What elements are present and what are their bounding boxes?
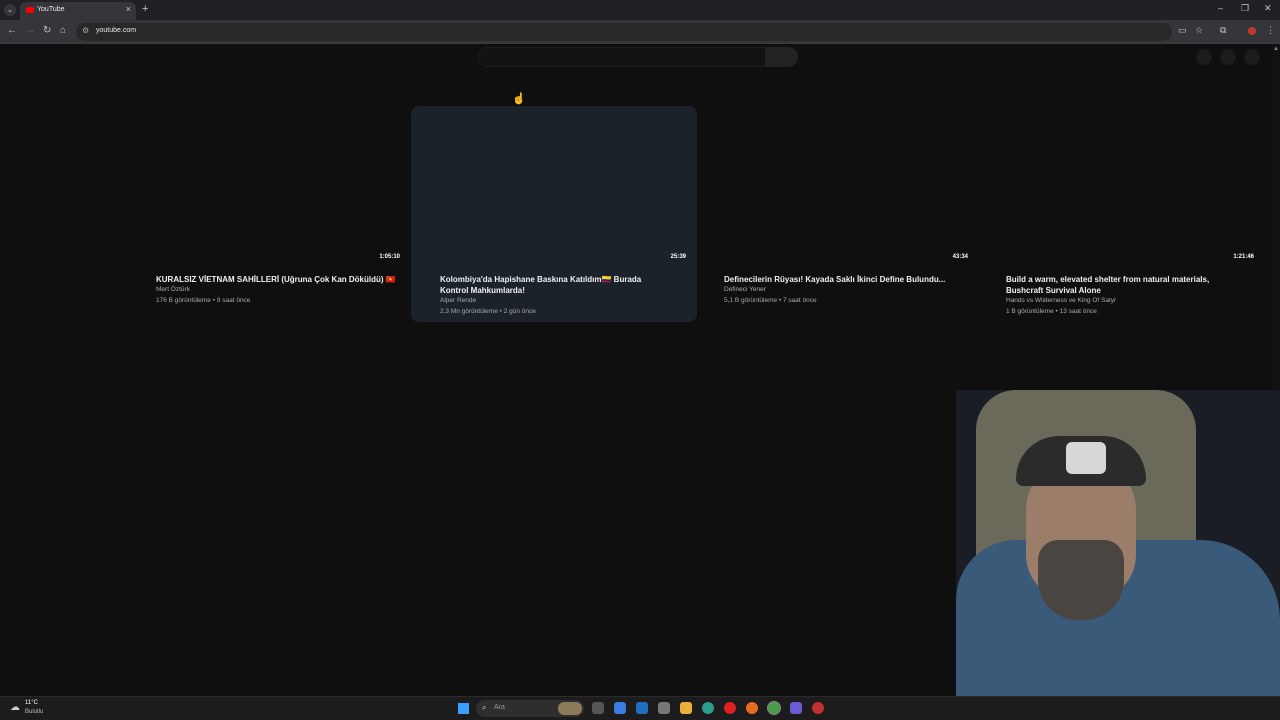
taskbar-search[interactable]: ⌕ Ara xyxy=(476,700,584,717)
new-tab-button[interactable]: + xyxy=(142,3,148,15)
profile-avatar[interactable] xyxy=(1248,27,1256,35)
tab-strip: ⌄ YouTube × + – ❐ ✕ xyxy=(0,0,1280,20)
channel-name[interactable]: Alper Rende xyxy=(440,297,476,304)
outlook-icon[interactable] xyxy=(636,702,648,714)
tab-search-icon[interactable]: ⌄ xyxy=(4,4,16,16)
task-view-icon[interactable] xyxy=(592,702,604,714)
url-text: youtube.com xyxy=(96,27,137,34)
scroll-up-icon[interactable]: ▲ xyxy=(1273,46,1279,52)
video-duration: 1:21:46 xyxy=(1233,254,1254,260)
home-button[interactable]: ⌂ xyxy=(60,25,66,36)
copilot-icon[interactable] xyxy=(614,702,626,714)
video-title[interactable]: Definecilerin Rüyası! Kayada Saklı İkinc… xyxy=(724,274,984,285)
extensions-icon[interactable]: ⧉ xyxy=(1220,25,1226,36)
taskbar: ☁ 11°C Bulutlu ⌕ Ara xyxy=(0,696,1280,720)
search-input[interactable] xyxy=(478,47,766,67)
tab-title: YouTube xyxy=(37,6,65,13)
video-thumbnail[interactable] xyxy=(1006,106,1260,264)
video-title[interactable]: Kolombiya'da Hapishane Baskına Katıldım🇨… xyxy=(440,274,670,296)
reload-button[interactable]: ↻ xyxy=(43,25,51,36)
video-card-hovered[interactable]: 25:39 Kolombiya'da Hapishane Baskına Kat… xyxy=(411,106,697,322)
back-button[interactable]: ← xyxy=(7,25,17,36)
video-card[interactable]: 1:21:46 Build a warm, elevated shelter f… xyxy=(1006,106,1260,322)
browser-toolbar: ← → ↻ ⌂ ⚙ youtube.com ▭ ☆ ⧉ ⋮ xyxy=(0,20,1280,44)
teams-icon[interactable] xyxy=(790,702,802,714)
notifications-icon[interactable] xyxy=(1220,49,1236,65)
taskbar-search-placeholder: Ara xyxy=(494,704,505,711)
weather-temperature[interactable]: 11°C xyxy=(25,700,38,706)
minimize-button[interactable]: – xyxy=(1218,3,1223,13)
chrome-icon[interactable] xyxy=(767,701,781,715)
video-thumbnail[interactable] xyxy=(156,106,406,264)
menu-icon[interactable]: ⋮ xyxy=(1266,25,1275,36)
video-meta: 176 B görüntüleme • 9 saat önce xyxy=(156,297,251,304)
obs-icon[interactable] xyxy=(812,702,824,714)
video-duration: 43:34 xyxy=(952,254,968,260)
search-icon: ⌕ xyxy=(482,703,487,712)
tab-youtube[interactable]: YouTube × xyxy=(20,2,136,20)
store-icon[interactable] xyxy=(658,702,670,714)
firefox-icon[interactable] xyxy=(746,702,758,714)
video-thumbnail[interactable] xyxy=(411,106,697,264)
cap-patch xyxy=(1066,442,1106,474)
video-meta: 2,3 Mn görüntüleme • 2 gün önce xyxy=(440,308,536,315)
video-duration: 1:05:10 xyxy=(379,254,400,260)
start-button[interactable] xyxy=(458,703,469,714)
webcam-overlay xyxy=(956,390,1280,696)
site-info-icon[interactable]: ⚙ xyxy=(82,26,89,35)
weather-cloud-icon[interactable]: ☁ xyxy=(10,702,20,713)
file-explorer-icon[interactable] xyxy=(680,702,692,714)
bookmark-star-icon[interactable]: ☆ xyxy=(1195,25,1203,36)
forward-button[interactable]: → xyxy=(25,25,35,36)
video-card[interactable]: 43:34 Definecilerin Rüyası! Kayada Saklı… xyxy=(724,106,974,322)
channel-name[interactable]: Hands vs Wilderness ve King Of Satyr xyxy=(1006,297,1116,304)
video-meta: 1 B görüntüleme • 13 saat önce xyxy=(1006,308,1097,315)
browser-chrome: ⌄ YouTube × + – ❐ ✕ ← → ↻ ⌂ ⚙ youtube.co… xyxy=(0,0,1280,44)
channel-name[interactable]: Mert Öztürk xyxy=(156,286,190,293)
video-card[interactable]: 1:05:10 KURALSIZ VİETNAM SAHİLLERİ (Uğru… xyxy=(156,106,406,322)
account-avatar[interactable] xyxy=(1244,49,1260,65)
mouse-pointer-icon: ☝ xyxy=(512,93,526,105)
edge-icon[interactable] xyxy=(702,702,714,714)
video-duration: 25:39 xyxy=(670,254,686,260)
opera-icon[interactable] xyxy=(724,702,736,714)
cast-icon[interactable]: ▭ xyxy=(1178,25,1187,36)
streamer-beard xyxy=(1038,540,1124,620)
youtube-favicon-icon xyxy=(26,7,34,13)
search-highlight-icon xyxy=(558,702,582,715)
close-window-button[interactable]: ✕ xyxy=(1264,3,1272,14)
tab-close-icon[interactable]: × xyxy=(126,4,131,14)
create-icon[interactable] xyxy=(1196,49,1212,65)
video-thumbnail[interactable] xyxy=(724,106,974,264)
restore-button[interactable]: ❐ xyxy=(1241,3,1249,14)
address-bar[interactable]: ⚙ youtube.com xyxy=(76,23,1172,41)
channel-name[interactable]: Defineci Yener xyxy=(724,286,766,293)
video-meta: 5,1 B görüntüleme • 7 saat önce xyxy=(724,297,817,304)
weather-description[interactable]: Bulutlu xyxy=(25,709,43,715)
search-button[interactable] xyxy=(765,47,798,67)
video-title[interactable]: Build a warm, elevated shelter from natu… xyxy=(1006,274,1246,296)
video-title[interactable]: KURALSIZ VİETNAM SAHİLLERİ (Uğruna Çok K… xyxy=(156,274,416,285)
